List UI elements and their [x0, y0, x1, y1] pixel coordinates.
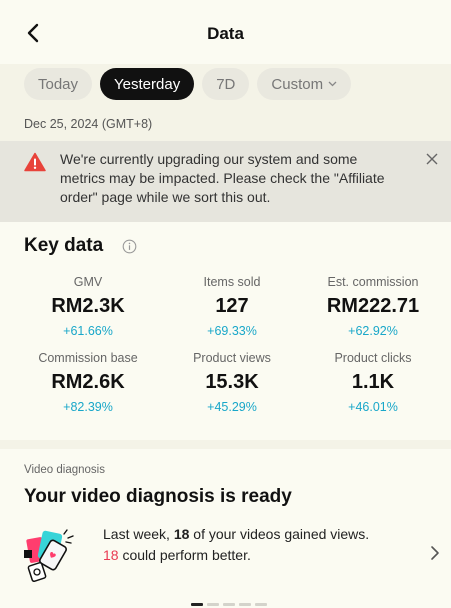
- info-icon[interactable]: [122, 239, 137, 254]
- videos-viewed-count: 18: [173, 526, 190, 542]
- date-tabs: Today Yesterday 7D Custom: [24, 68, 352, 100]
- videos-better-count: 18: [103, 547, 119, 563]
- metric-value: RM222.71: [326, 295, 420, 317]
- metric-product-clicks[interactable]: Product clicks 1.1K +46.01%: [303, 351, 443, 414]
- close-button[interactable]: [423, 152, 441, 170]
- metric-change: +61.66%: [63, 324, 113, 338]
- metric-est-commission[interactable]: Est. commission RM222.71 +62.92%: [303, 275, 443, 338]
- metric-items-sold[interactable]: Items sold 127 +69.33%: [162, 275, 302, 338]
- text-segment: of your videos gained views.: [189, 526, 370, 542]
- pagination-dot[interactable]: [255, 603, 267, 606]
- pagination-dot[interactable]: [207, 603, 219, 606]
- tab-custom[interactable]: Custom: [257, 68, 352, 100]
- tab-7d[interactable]: 7D: [202, 68, 250, 100]
- video-diagnosis-illustration-icon: [24, 529, 74, 583]
- text-segment: could perform better.: [118, 547, 251, 563]
- tab-today[interactable]: Today: [24, 68, 93, 100]
- metric-value: 1.1K: [351, 371, 395, 393]
- close-icon: [426, 153, 438, 165]
- metric-change: +45.29%: [207, 400, 257, 414]
- metric-commission-base[interactable]: Commission base RM2.6K +82.39%: [18, 351, 158, 414]
- metric-value: RM2.6K: [51, 371, 125, 393]
- page: Data Today Yesterday 7D Custom Dec 25, 2…: [0, 0, 451, 608]
- tab-yesterday[interactable]: Yesterday: [100, 68, 195, 100]
- metric-change: +82.39%: [63, 400, 113, 414]
- metric-value: RM2.3K: [51, 295, 125, 317]
- warning-triangle-icon: [24, 152, 46, 172]
- text-segment: Last week,: [103, 526, 174, 542]
- date-range-label: Dec 25, 2024 (GMT+8): [24, 117, 153, 131]
- video-diagnosis-title: Your video diagnosis is ready: [24, 486, 292, 507]
- metric-label: Product views: [193, 351, 271, 365]
- tab-label: Today: [38, 75, 79, 93]
- metric-change: +62.92%: [348, 324, 398, 338]
- video-diagnosis-label: Video diagnosis: [24, 464, 105, 476]
- metric-change: +69.33%: [207, 324, 257, 338]
- metric-value: 127: [215, 295, 249, 317]
- metric-label: Est. commission: [327, 275, 419, 289]
- carousel-pagination: [191, 603, 267, 606]
- tab-label: 7D: [216, 75, 236, 93]
- warning-banner-text: We're currently upgrading our system and…: [60, 151, 385, 205]
- tab-label: Yesterday: [114, 75, 181, 93]
- metric-label: Items sold: [203, 275, 261, 289]
- pagination-dot[interactable]: [223, 603, 235, 606]
- metric-label: GMV: [73, 275, 103, 289]
- page-title: Data: [207, 24, 244, 43]
- metric-gmv[interactable]: GMV RM2.3K +61.66%: [18, 275, 158, 338]
- metric-value: 15.3K: [205, 371, 259, 393]
- key-data-title: Key data: [24, 235, 104, 256]
- metric-product-views[interactable]: Product views 15.3K +45.29%: [162, 351, 302, 414]
- metric-change: +46.01%: [348, 400, 398, 414]
- pagination-dot[interactable]: [239, 603, 251, 606]
- chevron-down-icon: [328, 81, 337, 87]
- video-diagnosis-text: Last week, 18 of your videos gained view…: [103, 524, 423, 566]
- pagination-dot[interactable]: [191, 603, 203, 606]
- chevron-right-icon[interactable]: [428, 544, 442, 562]
- metric-label: Commission base: [38, 351, 138, 365]
- tab-label: Custom: [271, 75, 324, 93]
- metric-label: Product clicks: [334, 351, 412, 365]
